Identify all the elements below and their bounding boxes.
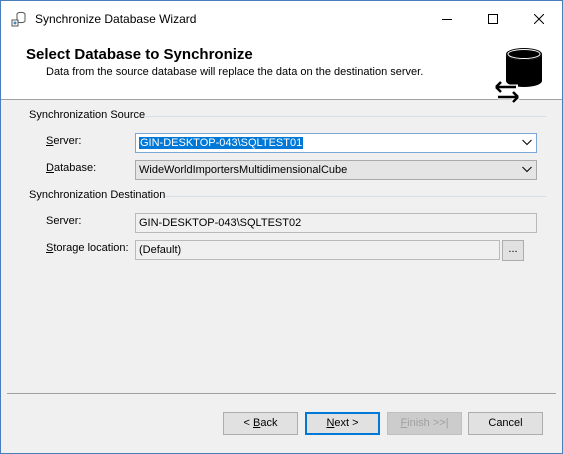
close-icon — [534, 14, 544, 24]
finish-button[interactable]: Finish >>| — [387, 412, 462, 435]
next-button[interactable]: Next > — [305, 412, 380, 435]
back-button[interactable]: < Back — [223, 412, 298, 435]
chevron-down-icon[interactable] — [522, 166, 532, 173]
destination-server-field[interactable]: GIN-DESKTOP-043\SQLTEST02 — [135, 213, 537, 233]
divider — [146, 116, 546, 117]
destination-server-label: Server: — [46, 215, 82, 227]
source-section-label: Synchronization Source — [29, 109, 146, 121]
source-server-value: GIN-DESKTOP-043\SQLTEST01 — [139, 137, 304, 149]
wizard-window: Synchronize Database Wizard Select Datab… — [0, 0, 563, 454]
source-server-combobox[interactable]: GIN-DESKTOP-043\SQLTEST01 — [135, 133, 537, 153]
app-icon — [11, 11, 27, 27]
destination-server-value: GIN-DESKTOP-043\SQLTEST02 — [139, 217, 302, 229]
wizard-header: Select Database to Synchronize Data from… — [1, 37, 562, 103]
database-sync-icon — [494, 48, 542, 103]
close-button[interactable] — [516, 1, 562, 37]
source-database-label: Database: — [46, 162, 97, 174]
source-server-label: Server: — [46, 135, 82, 147]
divider — [165, 196, 546, 197]
source-database-value: WideWorldImportersMultidimensionalCube — [139, 164, 348, 176]
title-bar: Synchronize Database Wizard — [1, 1, 562, 37]
storage-location-field[interactable]: (Default) — [135, 240, 500, 260]
chevron-down-icon[interactable] — [522, 139, 532, 146]
maximize-button[interactable] — [470, 1, 516, 37]
browse-button[interactable]: ... — [502, 240, 524, 261]
minimize-icon — [442, 19, 452, 20]
minimize-button[interactable] — [424, 1, 470, 37]
source-database-combobox[interactable]: WideWorldImportersMultidimensionalCube — [135, 160, 537, 180]
page-description: Data from the source database will repla… — [46, 66, 424, 78]
storage-location-value: (Default) — [139, 244, 182, 256]
footer-divider — [7, 393, 556, 394]
page-title: Select Database to Synchronize — [26, 46, 253, 63]
storage-location-label: Storage location: — [46, 242, 129, 254]
window-title: Synchronize Database Wizard — [35, 12, 197, 26]
cancel-button[interactable]: Cancel — [468, 412, 543, 435]
destination-section-label: Synchronization Destination — [29, 189, 166, 201]
maximize-icon — [488, 14, 498, 24]
